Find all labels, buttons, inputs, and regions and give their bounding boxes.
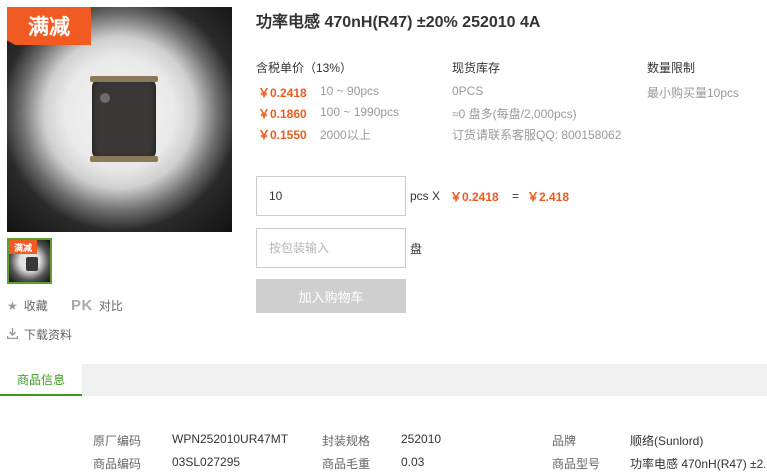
product-title: 功率电感 470nH(R47) ±20% 252010 4A — [256, 14, 541, 31]
range-tier-2: 100 ~ 1990pcs — [320, 105, 400, 119]
stock-contact: 订货请联系客服QQ: 800158062 — [452, 128, 622, 142]
spec-label: 商品编码 — [93, 457, 142, 471]
range-tier-3: 2000以上 — [320, 128, 371, 142]
favorite-button[interactable]: ★ 收藏 — [7, 297, 48, 314]
stock-reel-note: ≈0 盘多(每盘/2,000pcs) — [452, 107, 577, 121]
compare-label: 对比 — [98, 299, 123, 313]
inductor-chip-graphic — [90, 76, 158, 162]
favorite-label: 收藏 — [23, 299, 48, 313]
spec-label: 商品毛重 — [322, 457, 371, 471]
add-to-cart-button[interactable]: 加入购物车 — [256, 279, 406, 313]
download-datasheet-button[interactable]: 下载资料 — [6, 326, 73, 343]
spec-label: 品牌 — [552, 434, 577, 448]
min-buy-note: 最小购买量10pcs — [647, 86, 740, 100]
spec-value: 03SL027295 — [172, 455, 241, 469]
price-tier-2: ￥0.1860 — [258, 107, 307, 121]
spec-value: 顺络(Sunlord) — [630, 434, 704, 448]
quantity-input[interactable] — [256, 176, 406, 216]
tab-bar — [0, 364, 767, 396]
compare-button[interactable]: PK 对比 — [71, 297, 123, 314]
download-label: 下载资料 — [24, 328, 73, 342]
spec-value: WPN252010UR47MT — [172, 432, 289, 446]
price-tier-3: ￥0.1550 — [258, 128, 307, 142]
limit-header: 数量限制 — [647, 61, 696, 75]
pk-mark: PK — [71, 297, 93, 314]
price-header: 含税单价（13%） — [256, 61, 353, 75]
spec-value: 252010 — [401, 432, 442, 446]
range-tier-1: 10 ~ 90pcs — [320, 84, 380, 98]
reel-unit: 盘 — [410, 242, 423, 256]
equals-sign: = — [512, 189, 520, 203]
promo-badge: 满减 — [7, 7, 91, 45]
download-icon — [6, 327, 19, 342]
spec-label: 封装规格 — [322, 434, 371, 448]
stock-qty: 0PCS — [452, 84, 484, 98]
order-total: ￥2.418 — [527, 190, 570, 204]
price-tier-1: ￥0.2418 — [258, 86, 307, 100]
thumbnail-promo-badge: 满减 — [9, 240, 37, 254]
spec-value: 功率电感 470nH(R47) ±2. — [630, 457, 765, 471]
stock-header: 现货库存 — [452, 61, 501, 75]
spec-label: 商品型号 — [552, 457, 601, 471]
qty-unit: pcs X — [410, 189, 441, 203]
reel-input[interactable] — [256, 228, 406, 268]
tab-product-info[interactable]: 商品信息 — [0, 364, 82, 396]
order-unit-price: ￥0.2418 — [450, 190, 499, 204]
spec-value: 0.03 — [401, 455, 425, 469]
star-icon: ★ — [7, 298, 18, 313]
spec-label: 原厂编码 — [93, 434, 142, 448]
